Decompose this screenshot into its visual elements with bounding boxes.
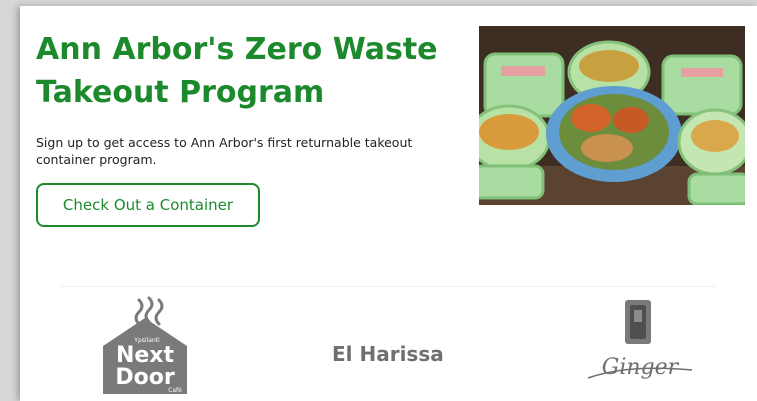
hero-subtitle: Sign up to get access to Ann Arbor's fir… (36, 135, 413, 167)
playing-card-icon (625, 300, 651, 344)
food-containers-photo (479, 26, 745, 205)
next-door-logo-small-bottom: Café (168, 387, 182, 394)
el-harissa-logo[interactable]: El Harissa (332, 342, 444, 366)
hero-title: Ann Arbor's Zero Waste Takeout Program (36, 32, 438, 110)
next-door-logo-door: Door (115, 365, 174, 390)
steam-icon (134, 296, 164, 326)
next-door-logo[interactable]: Ypsilanti Next Door Café (95, 296, 195, 396)
page-frame: Ann Arbor's Zero Waste Takeout Program S… (20, 6, 757, 401)
check-out-container-button[interactable]: Check Out a Container (36, 183, 260, 227)
ginger-logo-script: Ginger (602, 355, 680, 380)
section-divider (60, 286, 716, 287)
ginger-logo[interactable]: Ginger (568, 298, 708, 390)
